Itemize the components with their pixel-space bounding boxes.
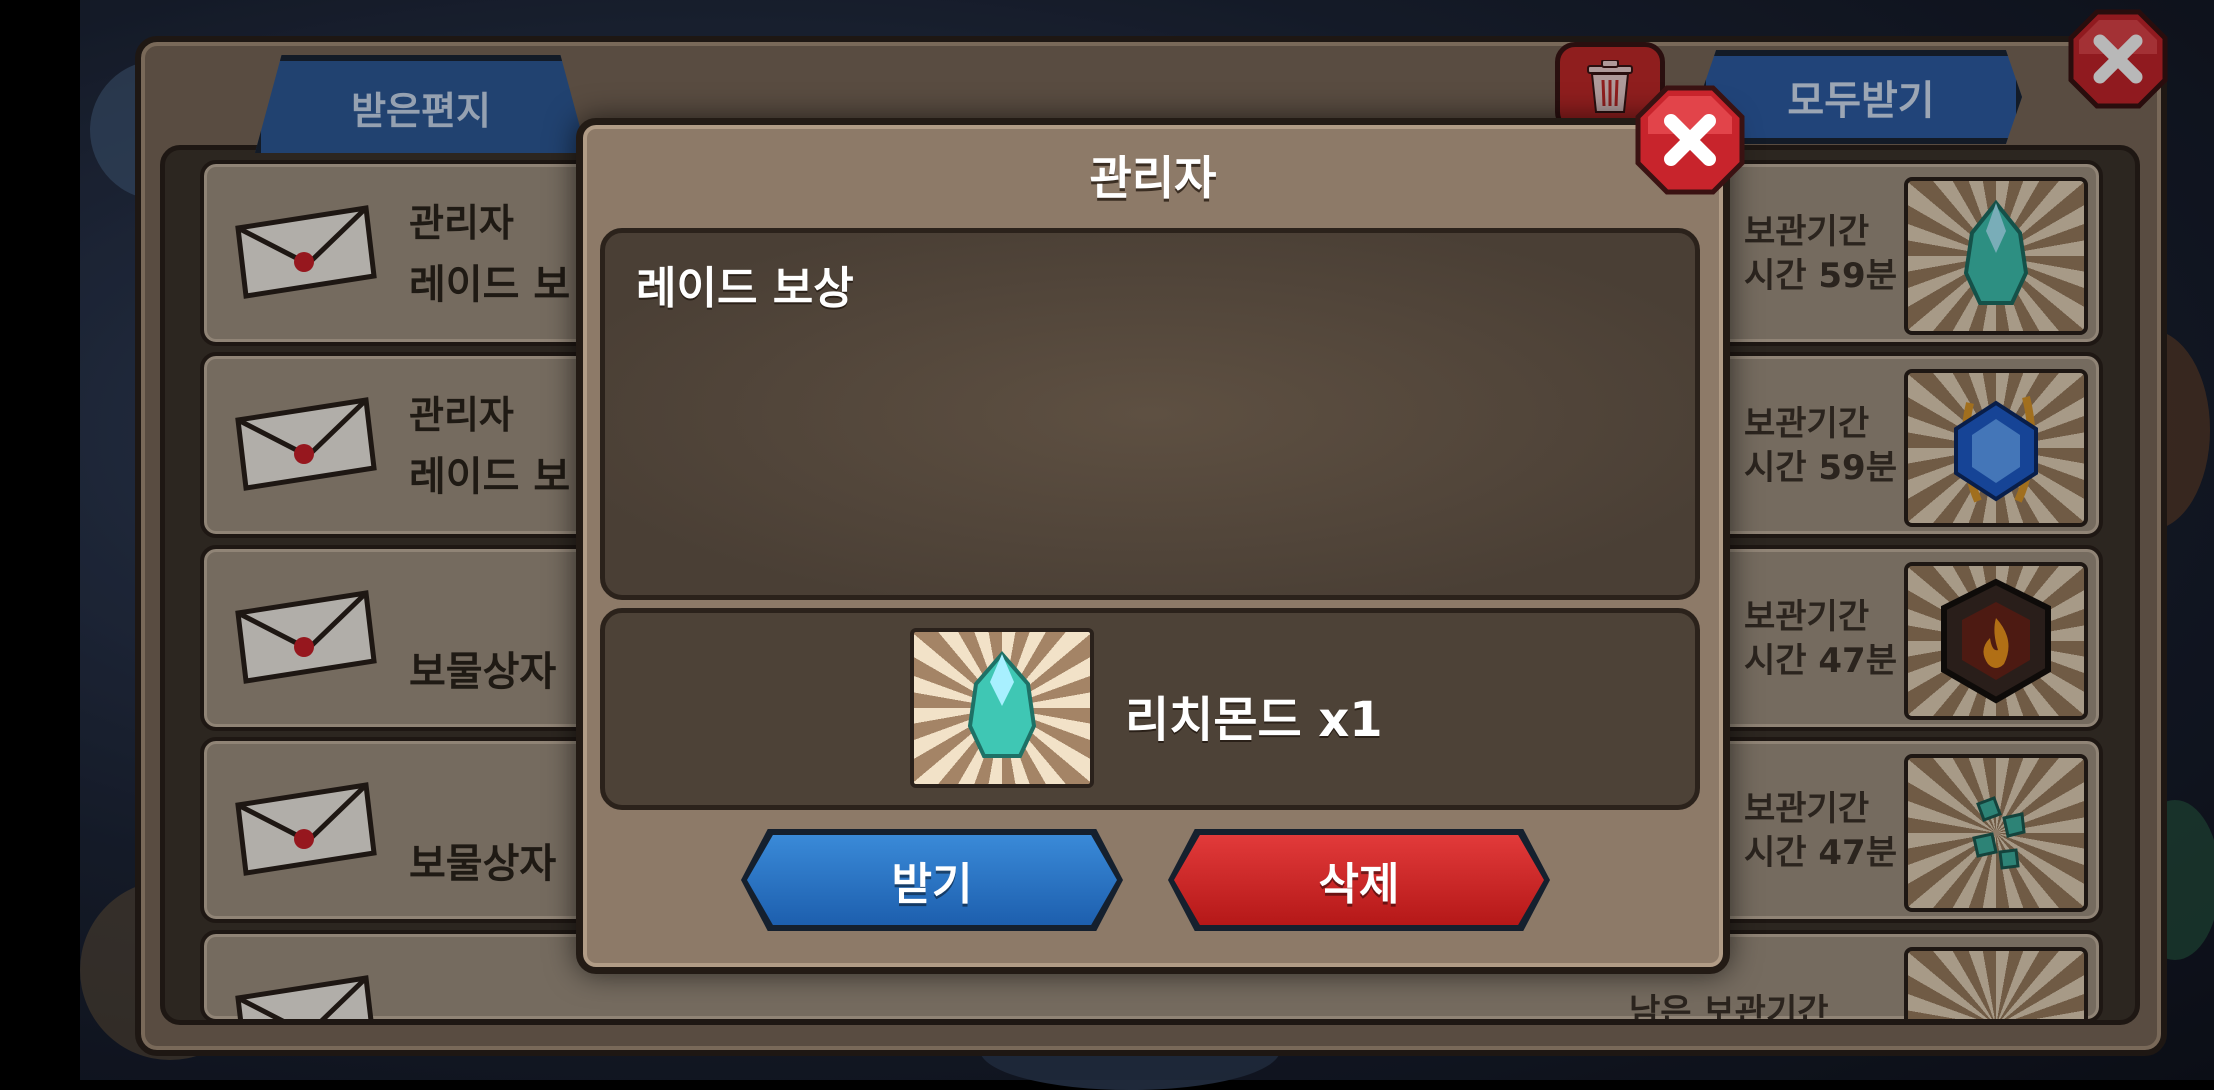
reward-label: 리치몬드 x1	[1125, 692, 1383, 748]
message-text: 레이드 보상	[636, 263, 854, 314]
close-icon	[1635, 85, 1745, 195]
reward-item-slot	[910, 628, 1094, 788]
richmond-crystal-icon	[967, 650, 1037, 758]
close-dialog-button[interactable]	[1634, 84, 1746, 196]
delete-button[interactable]: 삭제	[1174, 835, 1544, 925]
receive-button[interactable]: 받기	[747, 835, 1117, 925]
dialog-title: 관리자	[1089, 151, 1217, 205]
